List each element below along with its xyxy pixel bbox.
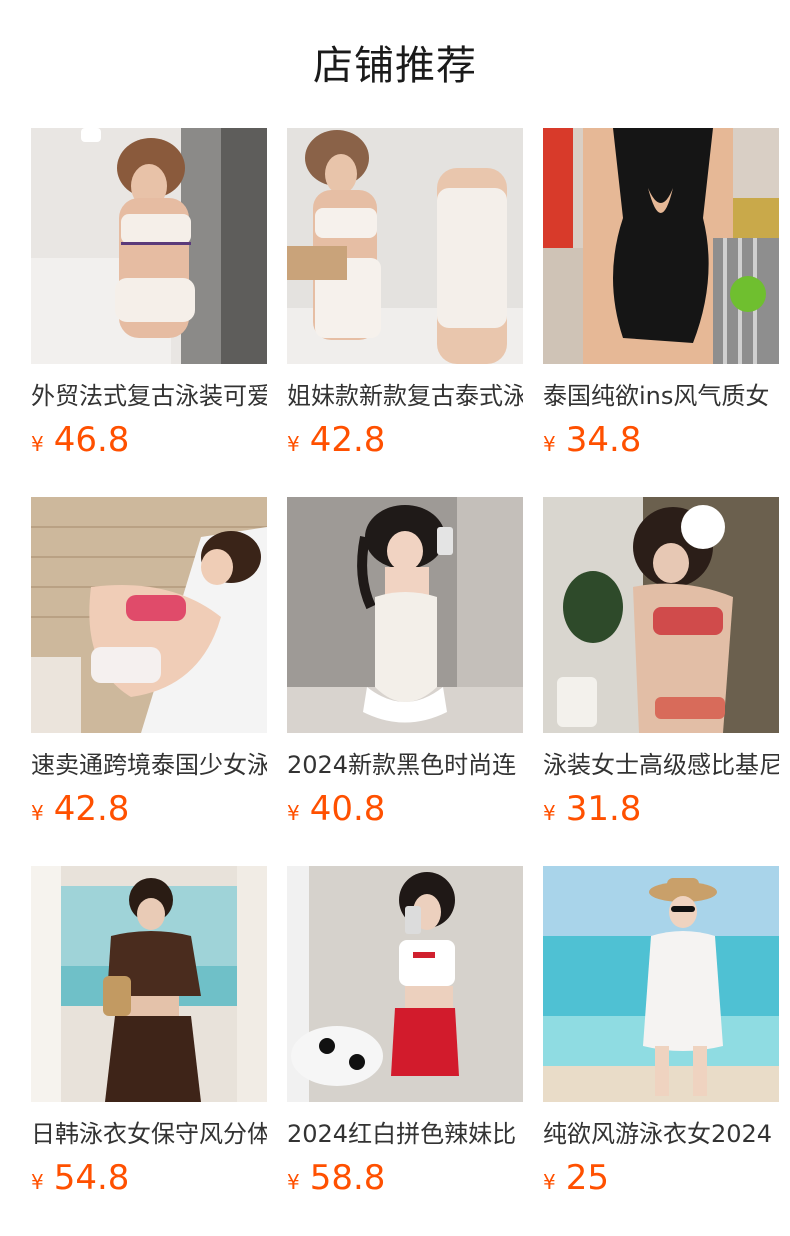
product-card[interactable]: 外贸法式复古泳装可爱 ¥46.8 xyxy=(31,128,267,460)
product-card[interactable]: 2024新款黑色时尚连 ¥40.8 xyxy=(287,497,523,829)
product-card[interactable]: 2024红白拼色辣妹比 ¥58.8 xyxy=(287,866,523,1198)
product-image[interactable] xyxy=(31,128,267,364)
product-price: ¥31.8 xyxy=(543,789,642,829)
product-price: ¥54.8 xyxy=(31,1158,130,1198)
product-image[interactable] xyxy=(31,497,267,733)
product-price: ¥40.8 xyxy=(287,789,386,829)
product-title[interactable]: 外贸法式复古泳装可爱 xyxy=(31,382,267,410)
product-title[interactable]: 纯欲风游泳衣女2024 xyxy=(543,1120,779,1148)
product-price: ¥42.8 xyxy=(287,420,386,460)
product-image[interactable] xyxy=(287,128,523,364)
product-title[interactable]: 2024新款黑色时尚连 xyxy=(287,751,523,779)
product-title[interactable]: 速卖通跨境泰国少女泳 xyxy=(31,751,267,779)
product-image[interactable] xyxy=(287,497,523,733)
product-card[interactable]: 姐妹款新款复古泰式泳 ¥42.8 xyxy=(287,128,523,460)
product-price: ¥25 xyxy=(543,1158,609,1198)
product-card[interactable]: 日韩泳衣女保守风分体 ¥54.8 xyxy=(31,866,267,1198)
product-price: ¥42.8 xyxy=(31,789,130,829)
product-title[interactable]: 泳装女士高级感比基尼 xyxy=(543,751,779,779)
product-title[interactable]: 2024红白拼色辣妹比 xyxy=(287,1120,523,1148)
product-image[interactable] xyxy=(31,866,267,1102)
product-price: ¥46.8 xyxy=(31,420,130,460)
product-title[interactable]: 泰国纯欲ins风气质女 xyxy=(543,382,779,410)
product-title[interactable]: 日韩泳衣女保守风分体 xyxy=(31,1120,267,1148)
product-card[interactable]: 纯欲风游泳衣女2024 ¥25 xyxy=(543,866,779,1198)
product-price: ¥34.8 xyxy=(543,420,642,460)
product-image[interactable] xyxy=(543,128,779,364)
product-card[interactable]: 泳装女士高级感比基尼 ¥31.8 xyxy=(543,497,779,829)
product-image[interactable] xyxy=(287,866,523,1102)
product-card[interactable]: 速卖通跨境泰国少女泳 ¥42.8 xyxy=(31,497,267,829)
product-price: ¥58.8 xyxy=(287,1158,386,1198)
product-title[interactable]: 姐妹款新款复古泰式泳 xyxy=(287,382,523,410)
product-image[interactable] xyxy=(543,497,779,733)
product-card[interactable]: 泰国纯欲ins风气质女 ¥34.8 xyxy=(543,128,779,460)
page-title: 店铺推荐 xyxy=(313,43,477,89)
product-image[interactable] xyxy=(543,866,779,1102)
